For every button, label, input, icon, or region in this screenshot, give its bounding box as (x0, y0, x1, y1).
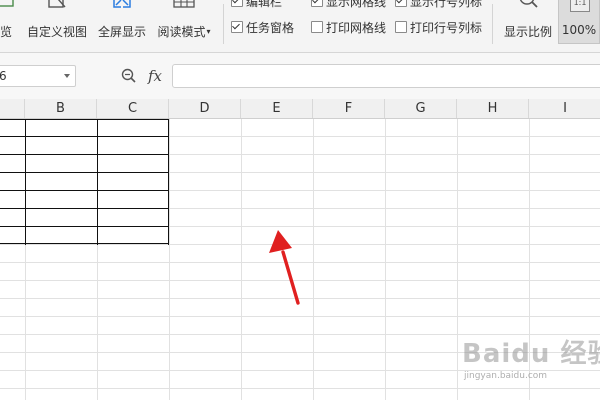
column-header[interactable]: F (313, 99, 385, 118)
table-border-line (168, 119, 169, 245)
column-header[interactable]: H (457, 99, 529, 118)
zoom-icon[interactable] (121, 68, 137, 87)
checkbox-label: 显示行号列标 (410, 0, 483, 9)
custom-view-button[interactable]: 自定义视图 (25, 0, 89, 44)
checkbox-unchecked[interactable] (395, 21, 407, 33)
formula-input[interactable] (172, 64, 600, 88)
grid-line (0, 316, 600, 317)
watermark-url: jingyan.baidu.com (464, 371, 548, 381)
red-arrow-annotation (269, 230, 300, 305)
checkbox-unchecked[interactable] (311, 21, 323, 33)
show-headings-checkbox[interactable]: 显示行号列标 (395, 0, 482, 10)
formula-bar-checkbox[interactable]: 编辑栏 (231, 0, 282, 10)
ribbon-separator (223, 4, 224, 44)
fullscreen-button[interactable]: 全屏显示 (95, 0, 149, 44)
grid-line (385, 119, 386, 400)
chevron-down-icon[interactable] (64, 74, 70, 78)
svg-text:%: % (524, 0, 531, 2)
ribbon-toolbar: 览 自定义视图 全屏显示 阅读模式▾ 编辑栏 任务窗格 显示网格线 打印网格线 … (0, 0, 600, 53)
name-box-value: 6 (0, 69, 7, 83)
preview-button-label: 览 (0, 25, 12, 39)
custom-view-button-label: 自定义视图 (26, 25, 87, 39)
column-header[interactable]: C (97, 99, 169, 118)
column-header-row: B C D E F G H I (0, 99, 600, 119)
checkbox-checked[interactable] (311, 0, 323, 7)
zoom-100-label: 100% (561, 23, 597, 37)
formula-bar: 6 fx (0, 53, 600, 100)
bordered-table[interactable] (0, 119, 169, 245)
reading-mode-button-label: 阅读模式▾ (157, 25, 211, 39)
baidu-jingyan-watermark: Baidu 经验 jingyan.baidu.com (462, 333, 600, 393)
grid-line (313, 119, 314, 400)
ribbon-separator (492, 4, 493, 44)
checkbox-checked[interactable] (395, 0, 407, 7)
zoom-100-button[interactable]: 1:1 100% (558, 0, 600, 44)
checkbox-checked[interactable] (231, 0, 243, 7)
zoom-ratio-label: 显示比例 (503, 25, 552, 39)
grid-line (169, 119, 170, 400)
magnifier-percent-icon: % (517, 0, 539, 13)
checkbox-label: 打印行号列标 (410, 21, 483, 35)
reading-mode-button[interactable]: 阅读模式▾ (153, 0, 215, 44)
chevron-down-icon: ▾ (206, 27, 211, 36)
column-header[interactable]: I (529, 99, 600, 118)
checkbox-label: 打印网格线 (326, 21, 387, 35)
preview-button[interactable]: 览 (0, 0, 18, 44)
grid-line (457, 119, 458, 400)
grid-line (241, 119, 242, 400)
task-pane-checkbox[interactable]: 任务窗格 (231, 20, 294, 36)
table-border-line (25, 119, 26, 245)
reading-mode-icon (171, 0, 197, 13)
fullscreen-button-label: 全屏显示 (97, 25, 146, 39)
custom-view-icon (46, 0, 68, 13)
preview-icon (0, 0, 16, 11)
print-headings-checkbox[interactable]: 打印行号列标 (395, 20, 482, 36)
fullscreen-icon (111, 0, 133, 13)
print-gridlines-checkbox[interactable]: 打印网格线 (311, 20, 386, 36)
name-box[interactable]: 6 (0, 65, 76, 87)
column-header[interactable]: E (241, 99, 313, 118)
checkbox-label: 显示网格线 (326, 0, 387, 9)
checkbox-label: 编辑栏 (246, 0, 283, 9)
watermark-logo: Baidu 经验 (462, 339, 600, 369)
zoom-ratio-button[interactable]: % 显示比例 (500, 0, 556, 44)
column-header-a[interactable] (0, 99, 25, 118)
one-to-one-icon: 1:1 (570, 0, 590, 12)
column-header[interactable]: G (385, 99, 457, 118)
column-header[interactable]: B (25, 99, 97, 118)
fx-icon[interactable]: fx (148, 67, 162, 85)
table-border-line (97, 119, 98, 245)
column-header[interactable]: D (169, 99, 241, 118)
show-gridlines-checkbox[interactable]: 显示网格线 (311, 0, 386, 10)
checkbox-checked[interactable] (231, 21, 243, 33)
checkbox-label: 任务窗格 (246, 21, 295, 35)
